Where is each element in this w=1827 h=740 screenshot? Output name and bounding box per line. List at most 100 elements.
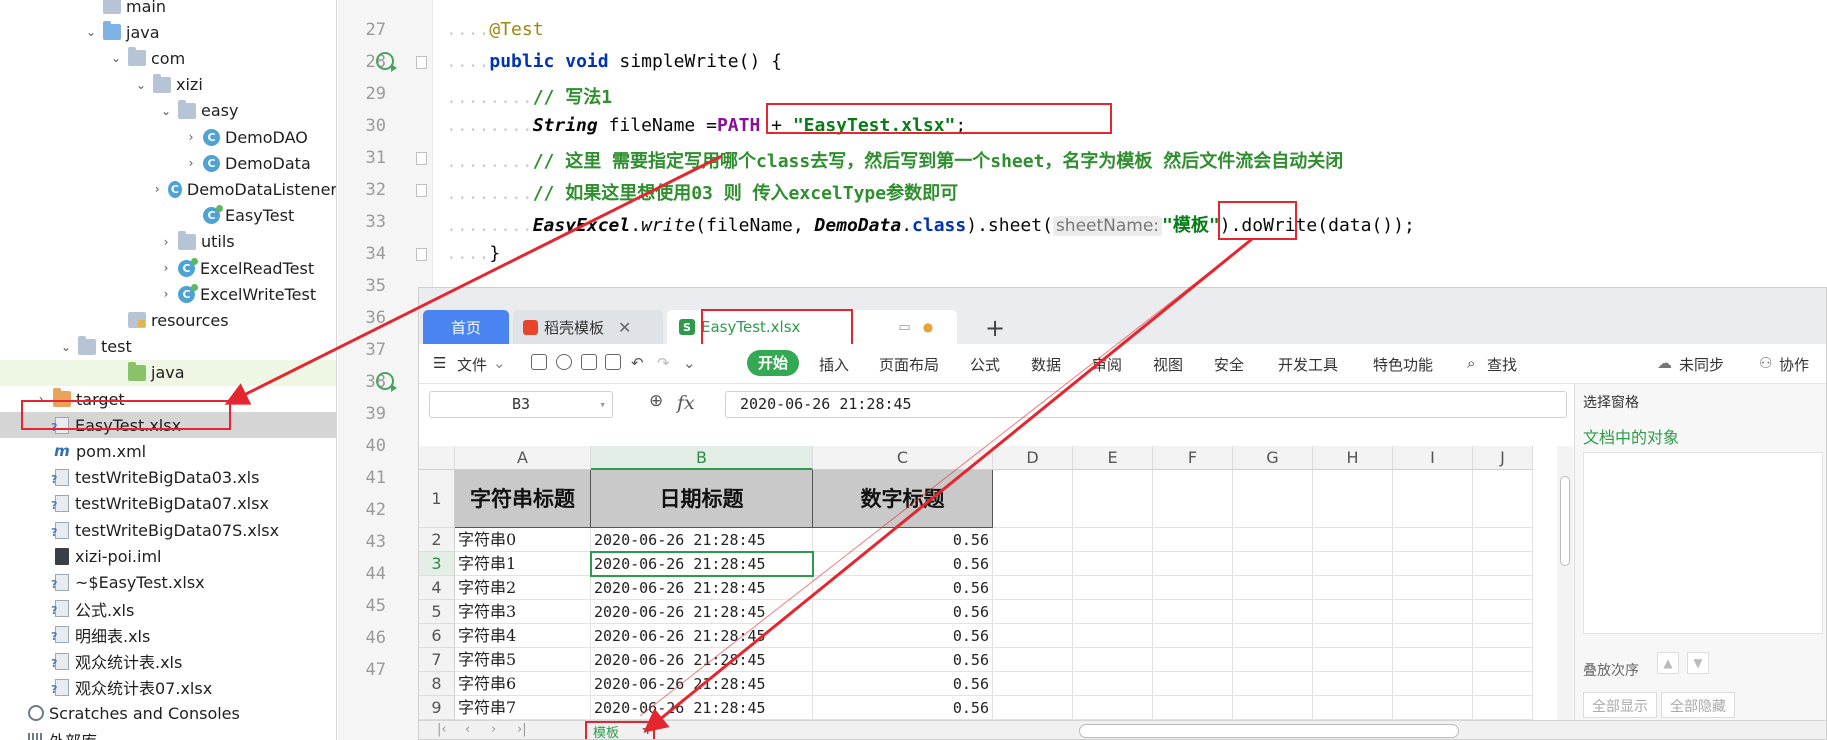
- grid-cell[interactable]: [1073, 624, 1153, 648]
- selection-pane-title[interactable]: 选择窗格: [1583, 392, 1639, 412]
- menu-formula[interactable]: 公式: [970, 354, 1000, 375]
- tab-home[interactable]: 首页: [423, 310, 509, 344]
- prev-sheet-icon[interactable]: ‹: [465, 722, 470, 737]
- row-header[interactable]: 9: [419, 696, 455, 720]
- grid-cell[interactable]: [1153, 528, 1233, 552]
- grid-cell[interactable]: [1233, 672, 1313, 696]
- name-box[interactable]: B3 ▾: [429, 391, 613, 418]
- zoom-icon[interactable]: ⊕: [649, 391, 663, 411]
- table-cell[interactable]: 0.56: [813, 552, 993, 576]
- tree-item[interactable]: 公式.xls: [0, 596, 336, 622]
- tree-item[interactable]: testWriteBigData03.xls: [0, 465, 336, 491]
- grid-cell[interactable]: [993, 696, 1073, 720]
- grid-cell[interactable]: [993, 672, 1073, 696]
- header-cell[interactable]: 日期标题: [591, 470, 813, 528]
- close-icon[interactable]: ✕: [618, 318, 631, 337]
- row-header[interactable]: 4: [419, 576, 455, 600]
- grid-cell[interactable]: [1153, 470, 1233, 528]
- grid-cell[interactable]: [1393, 470, 1473, 528]
- table-cell[interactable]: 0.56: [813, 528, 993, 552]
- menu-view[interactable]: 视图: [1153, 354, 1183, 375]
- new-tab-plus-icon[interactable]: +: [985, 314, 1005, 342]
- grid-cell[interactable]: [1073, 528, 1153, 552]
- print-preview-icon[interactable]: [605, 354, 621, 370]
- column-header[interactable]: A: [455, 446, 591, 470]
- header-cell[interactable]: 字符串标题: [455, 470, 591, 528]
- tree-item[interactable]: › C DemoData: [0, 150, 336, 176]
- format-painter-icon[interactable]: [556, 354, 572, 370]
- objects-list[interactable]: [1583, 452, 1823, 634]
- show-all-button[interactable]: 全部显示: [1583, 692, 1657, 718]
- tree-item[interactable]: m pom.xml: [0, 438, 336, 464]
- grid-cell[interactable]: [1393, 648, 1473, 672]
- grid-cell[interactable]: [1073, 672, 1153, 696]
- column-header[interactable]: C: [813, 446, 993, 470]
- grid-cell[interactable]: [1233, 600, 1313, 624]
- chevron-down-icon[interactable]: ⌄: [58, 340, 74, 354]
- tree-item[interactable]: ⌄ xizi: [0, 72, 336, 98]
- grid-cell[interactable]: [1233, 648, 1313, 672]
- table-cell[interactable]: 字符串3: [455, 600, 591, 624]
- grid-cell[interactable]: [1233, 470, 1313, 528]
- save-icon[interactable]: [531, 354, 547, 370]
- table-cell[interactable]: 字符串0: [455, 528, 591, 552]
- grid-cell[interactable]: [1473, 576, 1533, 600]
- row-header[interactable]: 7: [419, 648, 455, 672]
- bring-forward-icon[interactable]: ▲: [1657, 652, 1679, 674]
- send-backward-icon[interactable]: ▼: [1687, 652, 1709, 674]
- column-header[interactable]: B: [591, 446, 813, 470]
- tree-item[interactable]: › utils: [0, 229, 336, 255]
- tree-item[interactable]: › C ExcelWriteTest: [0, 281, 336, 307]
- grid-cell[interactable]: [1313, 576, 1393, 600]
- last-sheet-icon[interactable]: ›|: [517, 722, 527, 737]
- grid-cell[interactable]: [1473, 470, 1533, 528]
- column-header[interactable]: F: [1153, 446, 1233, 470]
- tree-item[interactable]: main: [0, 0, 336, 19]
- tree-item[interactable]: 明细表.xls: [0, 622, 336, 648]
- grid-cell[interactable]: [1473, 696, 1533, 720]
- tree-item[interactable]: C EasyTest: [0, 203, 336, 229]
- vertical-scrollbar[interactable]: [1557, 446, 1573, 720]
- spreadsheet-grid[interactable]: A B C D E F G H I J 1 2 3 4 5 6 7 8 9 字符串标题 日期标题 数字标题 字符串0 2020…: [419, 446, 1559, 739]
- table-cell[interactable]: 2020-06-26 21:28:45: [591, 528, 813, 552]
- grid-cell[interactable]: [1313, 696, 1393, 720]
- chevron-right-icon[interactable]: ›: [183, 156, 199, 170]
- menu-special-features[interactable]: 特色功能: [1373, 354, 1433, 375]
- grid-cell[interactable]: [1153, 576, 1233, 600]
- print-icon[interactable]: [581, 354, 597, 370]
- row-header[interactable]: 2: [419, 528, 455, 552]
- menu-search[interactable]: 查找: [1487, 354, 1517, 375]
- tree-item[interactable]: testWriteBigData07.xlsx: [0, 491, 336, 517]
- row-header[interactable]: 1: [419, 470, 455, 528]
- chevron-down-icon[interactable]: ⌄: [133, 78, 149, 92]
- grid-cell[interactable]: [1153, 624, 1233, 648]
- next-sheet-icon[interactable]: ›: [491, 722, 496, 737]
- tree-item[interactable]: › C DemoDataListener: [0, 176, 336, 202]
- wps-spreadsheet-window[interactable]: 首页 稻壳模板 ✕ S EasyTest.xlsx ▭ ● + ☰ 文件 ⌄ ↶ ↷ ⌄…: [418, 287, 1827, 740]
- search-icon[interactable]: ⌕: [1467, 354, 1475, 372]
- first-sheet-icon[interactable]: |‹: [437, 722, 447, 737]
- menu-page-layout[interactable]: 页面布局: [879, 354, 939, 375]
- chevron-down-icon[interactable]: ⌄: [158, 104, 174, 118]
- menu-file[interactable]: 文件: [457, 354, 487, 375]
- table-cell[interactable]: 字符串6: [455, 672, 591, 696]
- grid-cell[interactable]: [1153, 672, 1233, 696]
- grid-cell[interactable]: [1313, 600, 1393, 624]
- table-cell[interactable]: 0.56: [813, 696, 993, 720]
- table-cell[interactable]: 2020-06-26 21:28:45: [591, 648, 813, 672]
- table-cell[interactable]: 字符串2: [455, 576, 591, 600]
- more-chevron-icon[interactable]: ⌄: [683, 354, 696, 372]
- grid-cell[interactable]: [1073, 696, 1153, 720]
- table-cell[interactable]: 字符串5: [455, 648, 591, 672]
- menu-security[interactable]: 安全: [1214, 354, 1244, 375]
- chevron-down-icon[interactable]: ⌄: [83, 25, 99, 39]
- menu-review[interactable]: 审阅: [1092, 354, 1122, 375]
- tree-item[interactable]: resources: [0, 307, 336, 333]
- table-cell[interactable]: 2020-06-26 21:28:45: [591, 600, 813, 624]
- function-icon[interactable]: fx: [677, 392, 695, 414]
- chevron-down-icon[interactable]: ⌄: [493, 354, 506, 372]
- grid-cell[interactable]: [1073, 470, 1153, 528]
- formula-input[interactable]: 2020-06-26 21:28:45: [725, 391, 1567, 418]
- table-cell[interactable]: 2020-06-26 21:28:45: [591, 696, 813, 720]
- grid-cell[interactable]: [1073, 648, 1153, 672]
